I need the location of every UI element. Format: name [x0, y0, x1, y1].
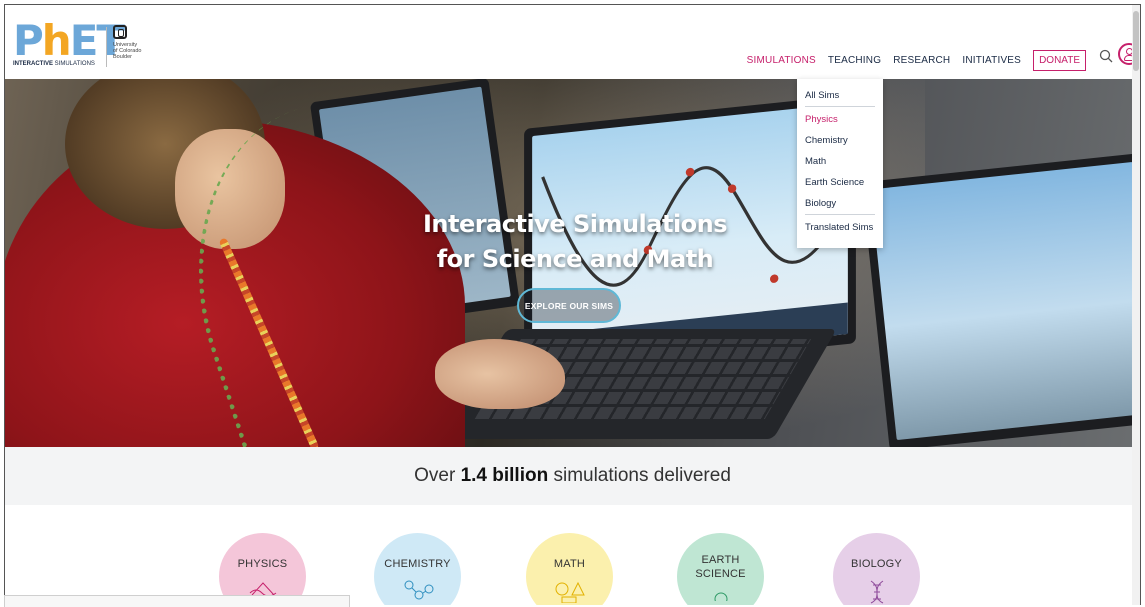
nav-simulations[interactable]: SIMULATIONS [741, 55, 822, 66]
hero-title: Interactive Simulations for Science and … [422, 210, 728, 273]
molecule-icon [404, 580, 433, 600]
category-label: BIOLOGY [851, 558, 902, 570]
category-chemistry[interactable]: CHEMISTRY [374, 533, 461, 605]
shapes-icon [555, 581, 585, 603]
category-label: EARTH SCIENCE [695, 554, 746, 580]
dropdown-item-chemistry[interactable]: Chemistry [805, 134, 875, 155]
dropdown-divider [805, 214, 875, 215]
dropdown-item-earth-science[interactable]: Earth Science [805, 176, 875, 197]
phet-logo[interactable]: PhET INTERACTIVE SIMULATIONS [13, 16, 125, 71]
simulations-delivered-banner: Over 1.4 billion simulations delivered [5, 447, 1140, 505]
stat-prefix: Over [414, 465, 461, 486]
category-earth-science[interactable]: EARTH SCIENCE [677, 533, 764, 605]
category-label: PHYSICS [237, 558, 288, 570]
explore-sims-button[interactable]: EXPLORE OUR SIMS [517, 288, 621, 323]
category-label: CHEMISTRY [384, 558, 451, 570]
stat-suffix: simulations delivered [548, 465, 731, 486]
globe-icon [714, 592, 727, 601]
phet-logo-wordmark: PhET [13, 16, 125, 65]
hero-banner: Interactive Simulations for Science and … [5, 79, 1140, 447]
stat-value: 1.4 billion [460, 465, 549, 486]
main-nav: SIMULATIONS TEACHING RESEARCH INITIATIVE… [741, 50, 1086, 71]
category-label: MATH [553, 558, 586, 570]
browser-viewport: PhET INTERACTIVE SIMULATIONS University … [4, 4, 1141, 605]
nav-initiatives[interactable]: INITIATIVES [956, 55, 1027, 66]
simulations-dropdown: All Sims Physics Chemistry Math Earth Sc… [797, 79, 883, 248]
vertical-scrollbar[interactable] [1132, 5, 1140, 605]
search-icon[interactable] [1099, 49, 1113, 63]
phet-logo-subtitle: INTERACTIVE SIMULATIONS [13, 61, 95, 67]
laptop-right-image [861, 153, 1140, 447]
site-header: PhET INTERACTIVE SIMULATIONS University … [5, 5, 1140, 79]
cu-boulder-text: University of Colorado Boulder [113, 42, 142, 60]
nav-teaching[interactable]: TEACHING [822, 55, 887, 66]
donate-button[interactable]: DONATE [1033, 50, 1086, 71]
logo-divider [106, 27, 107, 67]
dropdown-item-translated-sims[interactable]: Translated Sims [805, 221, 875, 242]
scrollbar-thumb[interactable] [1133, 11, 1139, 71]
category-biology[interactable]: BIOLOGY [833, 533, 920, 605]
cu-seal-icon [113, 25, 127, 39]
browser-status-bar [4, 595, 350, 607]
nav-research[interactable]: RESEARCH [887, 55, 956, 66]
dropdown-item-physics[interactable]: Physics [805, 113, 875, 134]
dna-icon [870, 580, 883, 604]
cu-boulder-logo[interactable]: University of Colorado Boulder [113, 25, 163, 60]
dropdown-item-math[interactable]: Math [805, 155, 875, 176]
dropdown-divider [805, 106, 875, 107]
category-math[interactable]: MATH [526, 533, 613, 605]
